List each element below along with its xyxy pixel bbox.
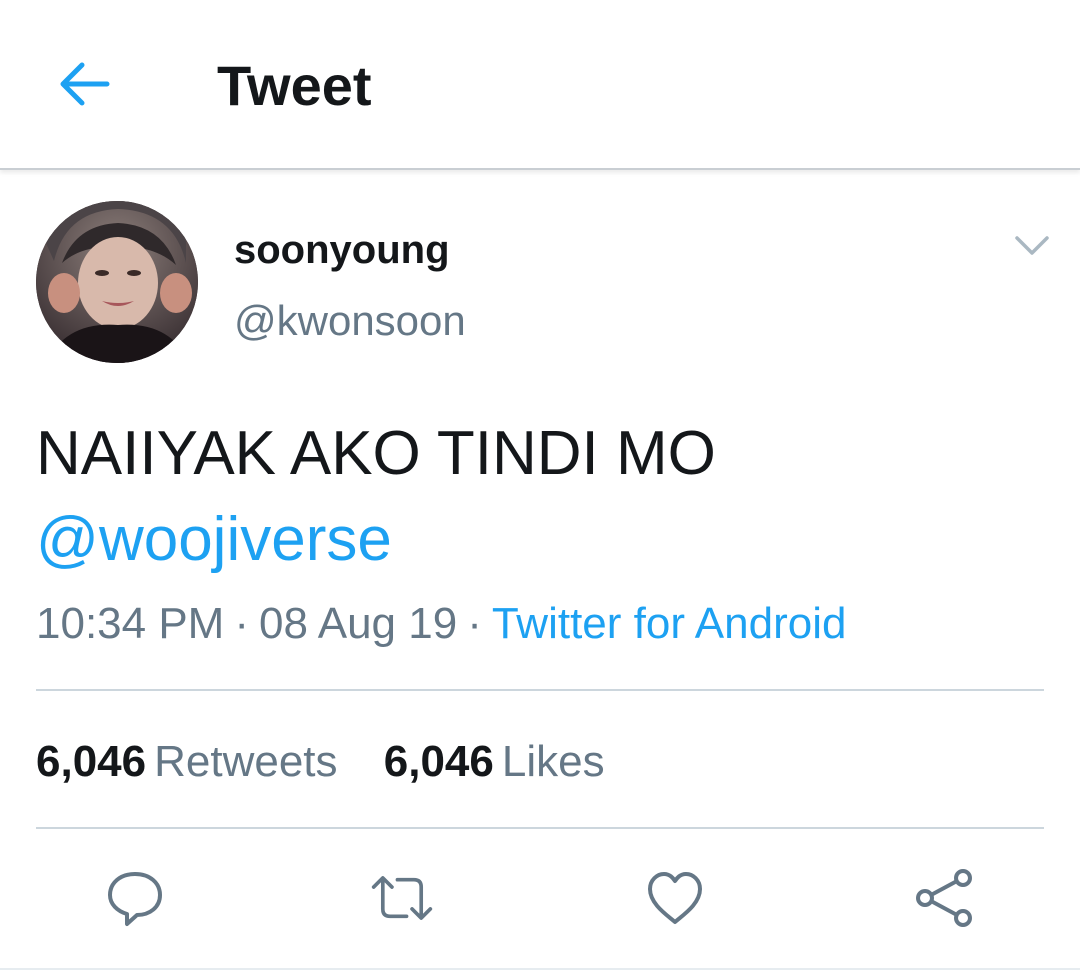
tweet-stats: 6,046 Retweets 6,046 Likes bbox=[36, 734, 639, 790]
tweet-date: 08 Aug 19 bbox=[259, 599, 458, 648]
retweet-button[interactable] bbox=[370, 866, 434, 930]
tweet-text: NAIIYAK AKO TINDI MO @woojiverse bbox=[36, 411, 1036, 583]
top-app-bar: Tweet bbox=[0, 0, 1080, 170]
likes-stat[interactable]: 6,046 Likes bbox=[384, 734, 605, 790]
divider bbox=[36, 689, 1044, 691]
chevron-down-icon bbox=[1015, 236, 1049, 255]
tweet-source-link[interactable]: Twitter for Android bbox=[492, 599, 847, 648]
mention-link[interactable]: @woojiverse bbox=[36, 497, 1036, 583]
retweets-stat[interactable]: 6,046 Retweets bbox=[36, 734, 338, 790]
page-title: Tweet bbox=[217, 54, 372, 117]
share-icon bbox=[916, 869, 972, 927]
reply-button[interactable] bbox=[103, 866, 167, 930]
author-handle[interactable]: @kwonsoon bbox=[234, 296, 466, 346]
meta-separator: · bbox=[234, 599, 249, 648]
more-options-button[interactable] bbox=[1010, 228, 1054, 264]
meta-separator: · bbox=[467, 599, 482, 648]
likes-count: 6,046 bbox=[383, 737, 494, 786]
tweet-detail-screen: Tweet soonyoung @kwonsoon NAIIYAK AKO TI… bbox=[0, 0, 1080, 977]
back-button[interactable] bbox=[52, 54, 116, 114]
like-button[interactable] bbox=[643, 866, 707, 930]
bottom-divider bbox=[0, 968, 1080, 970]
tweet-text-line: NAIIYAK AKO TINDI MO bbox=[36, 419, 716, 488]
divider bbox=[36, 827, 1044, 829]
likes-label: Likes bbox=[501, 737, 605, 786]
like-heart-icon bbox=[648, 872, 702, 924]
tweet-meta: 10:34 PM · 08 Aug 19 · Twitter for Android bbox=[36, 596, 846, 652]
share-button[interactable] bbox=[913, 866, 977, 930]
reply-icon bbox=[108, 872, 162, 926]
retweet-icon bbox=[371, 876, 433, 920]
retweets-count: 6,046 bbox=[36, 737, 147, 786]
retweets-label: Retweets bbox=[154, 737, 338, 786]
author-avatar[interactable] bbox=[36, 201, 198, 363]
avatar-photo bbox=[36, 201, 198, 363]
arrow-left-icon bbox=[60, 62, 110, 106]
tweet-time: 10:34 PM bbox=[36, 599, 225, 648]
author-display-name[interactable]: soonyoung bbox=[234, 226, 450, 274]
